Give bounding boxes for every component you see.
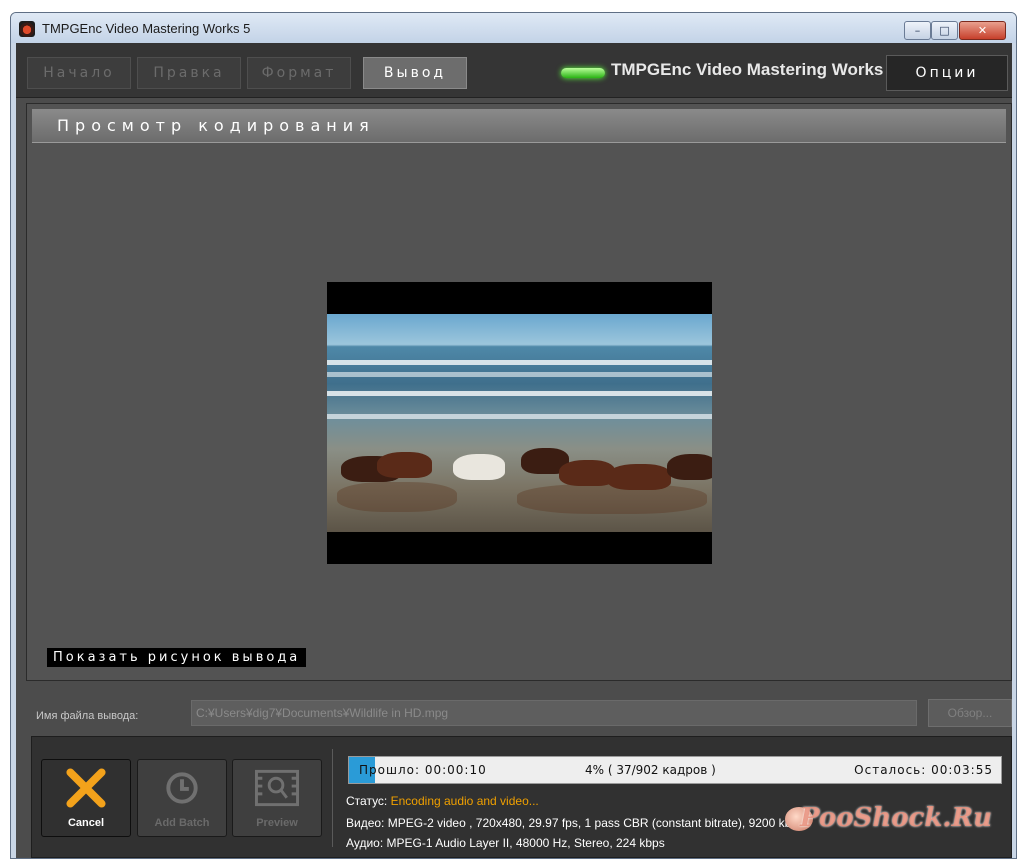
tab-start[interactable]: Начало	[27, 57, 131, 89]
maximize-button[interactable]: □	[931, 21, 958, 40]
divider	[332, 749, 333, 847]
preview-button[interactable]: Preview	[232, 759, 322, 837]
cancel-x-icon	[66, 768, 106, 808]
window-title: TMPGEnc Video Mastering Works 5	[42, 21, 251, 36]
tab-format[interactable]: Формат	[247, 57, 351, 89]
clock-icon	[166, 772, 198, 804]
preview-label: Preview	[256, 817, 298, 829]
audio-info-line: Аудио: MPEG-1 Audio Layer II, 48000 Hz, …	[346, 836, 665, 850]
browse-button[interactable]: Обзор...	[928, 699, 1012, 727]
output-filename-field[interactable]: C:¥Users¥dig7¥Documents¥Wildlife in HD.m…	[191, 700, 917, 726]
title-bar[interactable]: TMPGEnc Video Mastering Works 5 – □ ✕	[11, 13, 1016, 43]
status-value: Encoding audio and video...	[390, 794, 539, 808]
section-header: Просмотр кодирования	[32, 109, 1006, 143]
tab-edit[interactable]: Правка	[137, 57, 241, 89]
status-line: Статус: Encoding audio and video...	[346, 794, 539, 808]
options-button[interactable]: Опции	[886, 55, 1008, 91]
minimize-button[interactable]: –	[904, 21, 931, 40]
video-info-value: MPEG-2 video , 720x480, 29.97 fps, 1 pas…	[387, 816, 801, 830]
add-batch-label: Add Batch	[154, 817, 210, 829]
audio-info-label: Аудио:	[346, 836, 384, 850]
elapsed-time: Прошло: 00:00:10	[359, 763, 487, 777]
add-batch-button[interactable]: Add Batch	[137, 759, 227, 837]
status-label: Статус:	[346, 794, 388, 808]
audio-info-value: MPEG-1 Audio Layer II, 48000 Hz, Stereo,…	[386, 836, 665, 850]
video-info-line: Видео: MPEG-2 video , 720x480, 29.97 fps…	[346, 816, 801, 830]
encoding-progress-bar: Прошло: 00:00:10 4% ( 37/902 кадров ) Ос…	[348, 756, 1002, 784]
video-preview	[327, 282, 712, 564]
section-title: Просмотр кодирования	[57, 116, 375, 135]
status-led-indicator	[561, 68, 605, 78]
cancel-button[interactable]: Cancel	[41, 759, 131, 837]
app-body: Начало Правка Формат Вывод TMPGEnc Video…	[16, 43, 1012, 858]
top-navigation: Начало Правка Формат Вывод TMPGEnc Video…	[16, 43, 1012, 98]
film-magnifier-icon	[255, 769, 299, 807]
frame-progress: 4% ( 37/902 кадров )	[585, 763, 716, 777]
encoding-controls: Cancel Add Batch Preview Прошло: 00:00:1…	[31, 736, 1012, 858]
cancel-label: Cancel	[67, 817, 105, 829]
brand-label: TMPGEnc Video Mastering Works 5	[611, 60, 898, 79]
close-button[interactable]: ✕	[959, 21, 1006, 40]
remaining-time: Осталось: 00:03:55	[854, 763, 993, 777]
video-frame-image	[327, 314, 712, 532]
video-info-label: Видео:	[346, 816, 385, 830]
show-output-image-toggle[interactable]: Показать рисунок вывода	[47, 648, 307, 667]
app-icon	[19, 21, 35, 37]
watermark: PooShock.Ru	[800, 803, 992, 833]
encoding-preview-panel: Просмотр кодирования Показать рисунок вы…	[26, 103, 1012, 681]
tab-output[interactable]: Вывод	[363, 57, 467, 89]
app-window: TMPGEnc Video Mastering Works 5 – □ ✕ На…	[10, 12, 1017, 859]
output-filename-label: Имя файла вывода:	[36, 710, 139, 722]
